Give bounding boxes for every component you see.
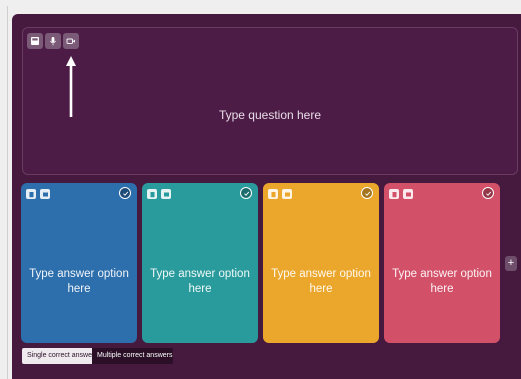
image-icon[interactable]	[282, 189, 292, 199]
answer-card-1[interactable]: Type answer option here	[21, 183, 137, 343]
delete-icon[interactable]	[26, 189, 36, 199]
image-icon	[31, 37, 39, 45]
correct-answer-check-icon[interactable]	[119, 187, 131, 199]
correct-answer-check-icon[interactable]	[361, 187, 373, 199]
question-input[interactable]: Type question here	[22, 108, 518, 122]
add-answer-option-button[interactable]: +	[505, 256, 517, 271]
correct-answer-check-icon[interactable]	[482, 187, 494, 199]
answer-card-2[interactable]: Type answer option here	[142, 183, 258, 343]
image-icon[interactable]	[161, 189, 171, 199]
image-icon[interactable]	[403, 189, 413, 199]
add-video-button[interactable]	[63, 33, 79, 49]
correct-answer-check-icon[interactable]	[240, 187, 252, 199]
add-image-button[interactable]	[27, 33, 43, 49]
video-icon	[66, 38, 75, 44]
delete-icon[interactable]	[147, 189, 157, 199]
delete-icon[interactable]	[268, 189, 278, 199]
question-box[interactable]	[22, 27, 518, 175]
answer-card-4[interactable]: Type answer option here	[384, 183, 500, 343]
answer-option-input[interactable]: Type answer option here	[269, 267, 373, 297]
single-correct-answer-toggle[interactable]: Single correct answer	[22, 348, 94, 364]
answer-option-input[interactable]: Type answer option here	[27, 267, 131, 297]
window-edge	[7, 6, 8, 379]
image-icon[interactable]	[40, 189, 50, 199]
add-audio-button[interactable]	[45, 33, 61, 49]
answer-option-input[interactable]: Type answer option here	[148, 267, 252, 297]
answer-option-input[interactable]: Type answer option here	[390, 267, 494, 297]
delete-icon[interactable]	[389, 189, 399, 199]
microphone-icon	[50, 37, 56, 46]
answer-card-3[interactable]: Type answer option here	[263, 183, 379, 343]
multiple-correct-answers-toggle[interactable]: Multiple correct answers	[92, 348, 173, 364]
